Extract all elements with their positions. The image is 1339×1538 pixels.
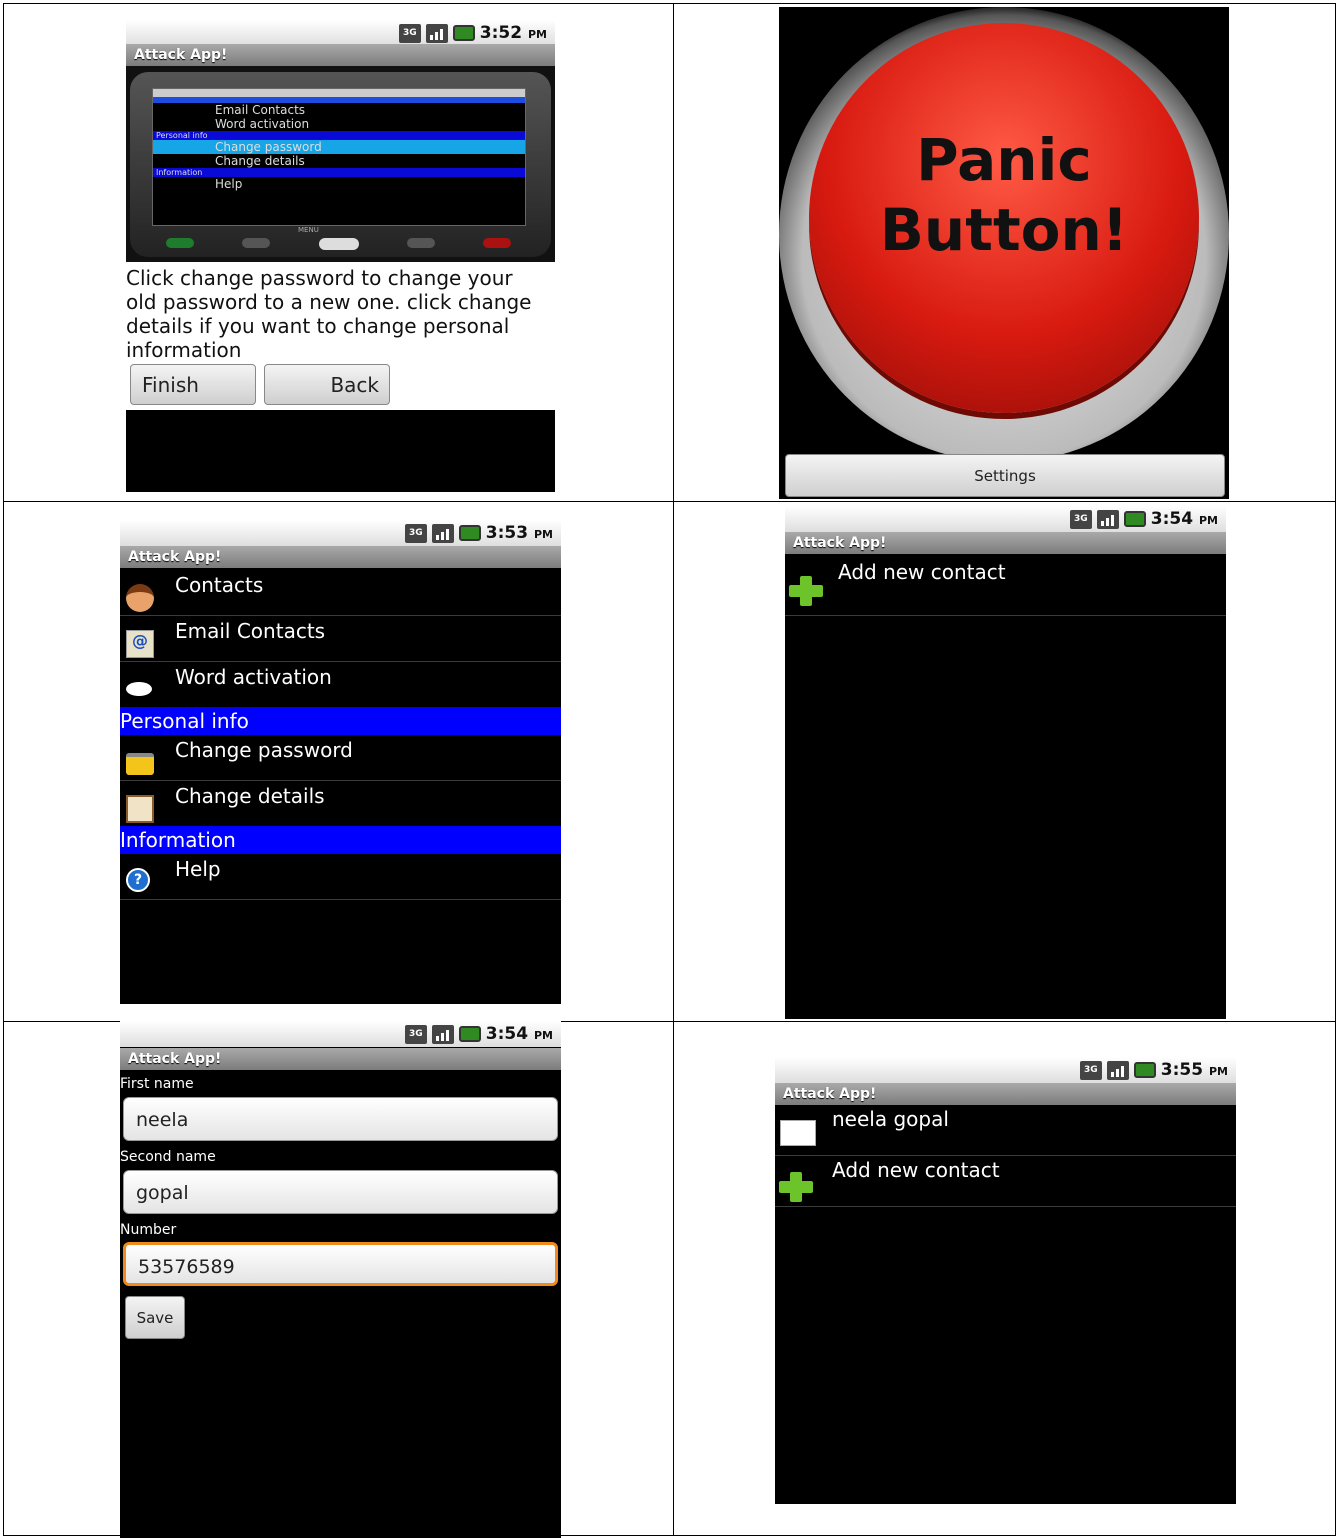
lock-icon (126, 753, 154, 775)
panic-screen: Panic Button! Settings (779, 7, 1229, 499)
preview-hard-keys (166, 238, 511, 252)
email-icon: @ (126, 630, 154, 658)
finish-button[interactable]: Finish (130, 364, 256, 405)
menu-screen: 3G 3:53 PM Attack App! Contacts @ Email … (120, 520, 561, 1004)
back-button[interactable]: Back (264, 364, 390, 405)
first-name-label: First name (120, 1076, 194, 1092)
contacts-list-screen: 3G 3:55 PM Attack App! neela gopal Add n… (775, 1057, 1236, 1504)
status-bar: 3G 3:52 PM (126, 20, 555, 46)
preview-item: Information (153, 168, 525, 177)
settings-button[interactable]: Settings (785, 454, 1225, 497)
contact-row[interactable]: neela gopal (775, 1105, 1236, 1156)
help-icon: ? (126, 868, 150, 892)
section-personal-info: Personal info (120, 707, 561, 735)
panic-label-line: Panic (916, 126, 1092, 194)
empty-area (126, 410, 555, 492)
save-button[interactable]: Save (125, 1296, 185, 1339)
signal-icon (1106, 1060, 1129, 1080)
panic-button[interactable]: Panic Button! (779, 7, 1229, 462)
add-new-contact-label: Add new contact (832, 1158, 1000, 1182)
app-title-bar: Attack App! (775, 1083, 1236, 1105)
app-title-bar: Attack App! (126, 44, 555, 66)
clock: 3:54 PM (485, 1024, 553, 1044)
preview-item: Email Contacts (215, 103, 306, 117)
add-new-contact-row[interactable]: Add new contact (775, 1156, 1236, 1207)
3g-icon: 3G (1079, 1060, 1102, 1080)
preview-item: Word activation (215, 117, 310, 131)
clock: 3:54 PM (1150, 509, 1218, 529)
menu-item-label: Word activation (175, 665, 332, 689)
add-new-contact-row[interactable]: Add new contact (785, 556, 1226, 616)
3g-icon: 3G (1069, 509, 1092, 529)
menu-item-word-activation[interactable]: Word activation (120, 662, 561, 708)
preview-item: Change details (215, 154, 305, 168)
first-name-field[interactable]: neela (123, 1097, 558, 1141)
section-information: Information (120, 826, 561, 854)
app-title-bar: Attack App! (120, 1048, 561, 1070)
signal-icon (431, 523, 454, 543)
panic-label-line: Button! (879, 196, 1129, 264)
preview-item: Personal info (153, 131, 525, 140)
menu-item-label: Change password (175, 738, 353, 762)
person-icon (126, 584, 154, 612)
signal-icon (425, 23, 448, 43)
contact-form-screen: 3G 3:54 PM Attack App! First name neela … (120, 1021, 561, 1538)
add-new-contact-label: Add new contact (838, 560, 1006, 584)
clock: 3:55 PM (1160, 1060, 1228, 1080)
panic-label: Panic Button! (779, 125, 1229, 265)
number-field[interactable]: 53576589 (123, 1242, 558, 1286)
table-divider (4, 501, 1335, 502)
menu-item-help[interactable]: ? Help (120, 854, 561, 900)
settings-button-label: Settings (974, 466, 1036, 485)
plus-icon (779, 1172, 813, 1202)
speech-bubble-icon (126, 682, 152, 696)
app-title-bar: Attack App! (785, 532, 1226, 554)
second-name-label: Second name (120, 1149, 216, 1165)
battery-icon (458, 1026, 481, 1042)
battery-icon (1123, 511, 1146, 527)
signal-icon (431, 1024, 454, 1044)
status-bar: 3G 3:55 PM (775, 1057, 1236, 1083)
battery-icon (1133, 1062, 1156, 1078)
menu-item-contacts[interactable]: Contacts (120, 570, 561, 616)
menu-item-email-contacts[interactable]: @ Email Contacts (120, 616, 561, 662)
status-bar: 3G 3:54 PM (120, 1021, 561, 1047)
save-button-label: Save (136, 1308, 174, 1327)
phone-preview-image: Email Contacts Word activation Personal … (126, 66, 555, 262)
help-description: Click change password to change your old… (126, 266, 532, 362)
contact-name: neela gopal (832, 1107, 949, 1131)
menu-item-change-details[interactable]: Change details (120, 781, 561, 827)
menu-item-change-password[interactable]: Change password (120, 735, 561, 781)
contact-card-icon (780, 1120, 816, 1146)
battery-icon (452, 25, 475, 41)
finish-button-label: Finish (142, 372, 199, 397)
clock: 3:53 PM (485, 523, 553, 543)
3g-icon: 3G (398, 23, 421, 43)
contacts-empty-screen: 3G 3:54 PM Attack App! Add new contact (785, 506, 1226, 1019)
status-bar: 3G 3:53 PM (120, 520, 561, 546)
preview-item: Change password (153, 140, 525, 154)
3g-icon: 3G (404, 523, 427, 543)
plus-icon (789, 576, 823, 606)
preview-item: Help (215, 177, 243, 191)
3g-icon: 3G (404, 1024, 427, 1044)
number-label: Number (120, 1222, 177, 1238)
battery-icon (458, 525, 481, 541)
menu-item-label: Help (175, 857, 221, 881)
second-name-field[interactable]: gopal (123, 1170, 558, 1214)
table-divider (673, 4, 674, 1535)
clock: 3:52 PM (479, 23, 547, 43)
id-card-icon (126, 795, 154, 823)
menu-item-label: Change details (175, 784, 325, 808)
signal-icon (1096, 509, 1119, 529)
preview-menu-label: MENU (298, 226, 319, 234)
menu-item-label: Contacts (175, 573, 264, 597)
help-screen: 3G 3:52 PM Attack App! Email Contacts Wo… (126, 20, 555, 492)
app-title-bar: Attack App! (120, 546, 561, 568)
back-button-label: Back (330, 372, 379, 397)
status-bar: 3G 3:54 PM (785, 506, 1226, 532)
menu-item-label: Email Contacts (175, 619, 326, 643)
